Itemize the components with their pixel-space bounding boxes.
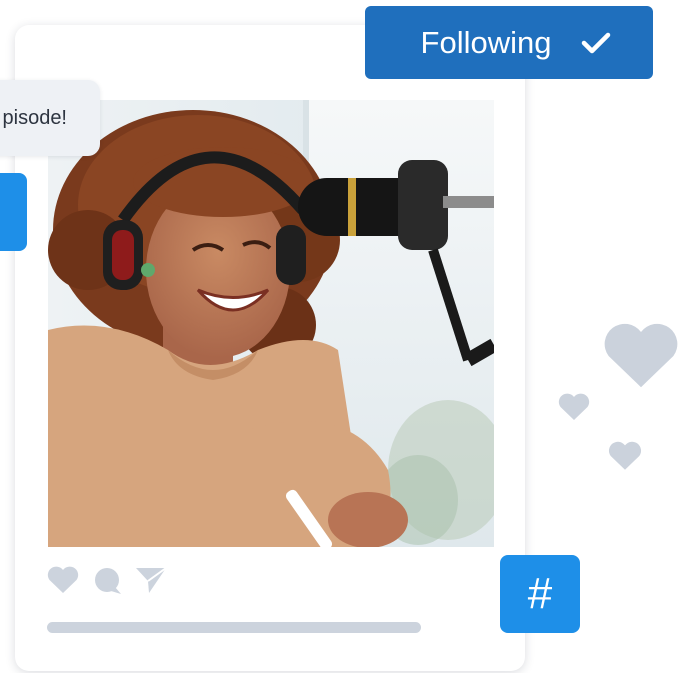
stage: pisode! Following #	[0, 0, 679, 673]
podcast-host-photo	[48, 100, 494, 547]
comment-bubble: pisode!	[0, 80, 100, 156]
send-icon[interactable]	[134, 565, 168, 595]
comment-icon[interactable]	[90, 565, 124, 595]
post-progress-bar	[47, 622, 421, 633]
following-button[interactable]: Following	[365, 6, 653, 79]
floating-heart-icon	[608, 441, 642, 470]
heart-icon[interactable]	[46, 565, 80, 595]
post-actions	[46, 563, 168, 597]
hashtag-symbol: #	[527, 569, 553, 618]
floating-heart-icon	[558, 393, 590, 420]
following-label: Following	[420, 24, 552, 60]
check-icon	[582, 32, 611, 53]
side-tab[interactable]	[0, 173, 27, 251]
floating-heart-icon	[604, 323, 678, 388]
post-photo	[48, 100, 494, 547]
hashtag-button[interactable]: #	[500, 555, 580, 633]
comment-text: pisode!	[2, 106, 68, 129]
